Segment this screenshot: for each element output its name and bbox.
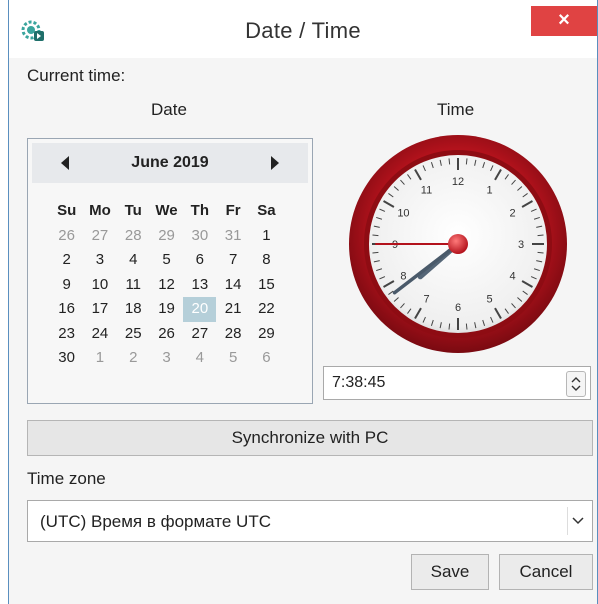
clock-number: 10: [397, 208, 409, 220]
calendar-day[interactable]: 26: [150, 322, 183, 347]
calendar-day[interactable]: 27: [83, 224, 116, 249]
weekday-label: Su: [57, 202, 77, 219]
calendar-day[interactable]: 4: [117, 248, 150, 273]
clock-number: 3: [518, 239, 524, 251]
calendar-day[interactable]: 30: [50, 346, 83, 371]
calendar-header: June 2019: [32, 143, 308, 183]
calendar-day[interactable]: 29: [250, 322, 283, 347]
calendar-day[interactable]: 10: [83, 273, 116, 298]
date-label: Date: [151, 100, 187, 119]
dialog-content: Current time: Date Time June 2019 Su Mo …: [9, 58, 597, 604]
calendar-day[interactable]: 8: [250, 248, 283, 273]
weekday-label: We: [155, 202, 178, 219]
clock-number: 1: [486, 184, 492, 196]
clock-minor-tick: [448, 158, 451, 165]
calendar-grid: Su Mo Tu We Th Fr Sa 26 27 28 29 30 31 1: [50, 199, 283, 371]
spin-updown-icon[interactable]: [566, 371, 586, 397]
calendar-day[interactable]: 23: [50, 322, 83, 347]
clock-minor-tick: [372, 251, 379, 254]
calendar-week-row: 23 24 25 26 27 28 29: [50, 322, 283, 347]
clock-number: 6: [455, 302, 461, 314]
calendar-day[interactable]: 3: [150, 346, 183, 371]
calendar-day[interactable]: 6: [183, 248, 216, 273]
calendar-day[interactable]: 28: [117, 224, 150, 249]
clock-minor-tick: [448, 323, 451, 330]
time-label: Time: [437, 100, 475, 119]
calendar-day[interactable]: 27: [183, 322, 216, 347]
window-title: Date / Time: [245, 18, 361, 43]
time-value[interactable]: 7:38:45: [332, 374, 385, 392]
weekday-label: Fr: [225, 202, 241, 219]
clock-center-cap: [448, 234, 468, 254]
calendar-day[interactable]: 9: [50, 273, 83, 298]
calendar-week-row: 16 17 18 19 20 21 22: [50, 297, 283, 322]
calendar-day[interactable]: 3: [83, 248, 116, 273]
weekday-label: Mo: [89, 202, 111, 219]
calendar-week-row: 26 27 28 29 30 31 1: [50, 224, 283, 249]
calendar-day[interactable]: 4: [183, 346, 216, 371]
calendar-day[interactable]: 29: [150, 224, 183, 249]
calendar-day[interactable]: 22: [250, 297, 283, 322]
calendar: June 2019 Su Mo Tu We Th Fr Sa 26 27 28 …: [27, 138, 313, 404]
calendar-day[interactable]: 5: [216, 346, 249, 371]
clock-minor-tick: [537, 251, 544, 254]
next-month-icon[interactable]: [264, 153, 284, 173]
calendar-day[interactable]: 11: [117, 273, 150, 298]
calendar-day[interactable]: 28: [216, 322, 249, 347]
clock-number: 11: [421, 184, 432, 196]
timezone-value: (UTC) Время в формате UTC: [40, 512, 271, 531]
weekday-label: Sa: [257, 202, 276, 219]
clock-number: 4: [509, 271, 515, 283]
calendar-day[interactable]: 16: [50, 297, 83, 322]
calendar-day[interactable]: 14: [216, 273, 249, 298]
title-bar: Date / Time ×: [9, 0, 597, 58]
calendar-day[interactable]: 13: [183, 273, 216, 298]
clock-minor-tick: [465, 158, 468, 165]
calendar-day[interactable]: 17: [83, 297, 116, 322]
calendar-day-selected[interactable]: 20: [183, 297, 217, 322]
calendar-day[interactable]: 21: [216, 297, 249, 322]
calendar-day[interactable]: 24: [83, 322, 116, 347]
calendar-day[interactable]: 15: [250, 273, 283, 298]
clock-number: 8: [400, 271, 406, 283]
clock-minor-tick: [372, 234, 379, 237]
calendar-day[interactable]: 2: [50, 248, 83, 273]
calendar-day[interactable]: 2: [117, 346, 150, 371]
timezone-select[interactable]: (UTC) Время в формате UTC: [27, 500, 593, 542]
chevron-down-icon[interactable]: [567, 507, 588, 535]
close-button[interactable]: ×: [531, 6, 597, 36]
cancel-button[interactable]: Cancel: [499, 554, 593, 590]
calendar-week-row: 30 1 2 3 4 5 6: [50, 346, 283, 371]
analog-clock: 121234567891011: [349, 135, 567, 353]
calendar-day[interactable]: 1: [83, 346, 116, 371]
clock-number: 7: [423, 294, 429, 306]
calendar-day[interactable]: 12: [150, 273, 183, 298]
clock-number: 12: [452, 176, 464, 188]
synchronize-button[interactable]: Synchronize with PC: [27, 420, 593, 456]
clock-minor-tick: [465, 323, 468, 330]
calendar-day[interactable]: 26: [50, 224, 83, 249]
calendar-day[interactable]: 5: [150, 248, 183, 273]
calendar-week-row: 9 10 11 12 13 14 15: [50, 273, 283, 298]
calendar-day[interactable]: 6: [250, 346, 283, 371]
calendar-day[interactable]: 25: [117, 322, 150, 347]
calendar-day[interactable]: 18: [117, 297, 150, 322]
weekday-header-row: Su Mo Tu We Th Fr Sa: [50, 199, 283, 224]
calendar-day[interactable]: 30: [183, 224, 216, 249]
calendar-day[interactable]: 7: [216, 248, 249, 273]
current-time-label: Current time:: [27, 66, 126, 85]
calendar-week-row: 2 3 4 5 6 7 8: [50, 248, 283, 273]
calendar-day[interactable]: 1: [250, 224, 283, 249]
clock-minor-tick: [537, 234, 544, 237]
datetime-window: Date / Time × Current time: Date Time Ju…: [8, 0, 598, 604]
calendar-day[interactable]: 19: [150, 297, 183, 322]
timezone-label: Time zone: [27, 469, 106, 488]
weekday-label: Th: [190, 202, 209, 219]
clock-number: 2: [509, 208, 515, 220]
calendar-day[interactable]: 31: [216, 224, 249, 249]
time-input[interactable]: 7:38:45: [323, 366, 591, 400]
clock-number: 5: [486, 294, 492, 306]
save-button[interactable]: Save: [411, 554, 489, 590]
weekday-label: Tu: [124, 202, 142, 219]
